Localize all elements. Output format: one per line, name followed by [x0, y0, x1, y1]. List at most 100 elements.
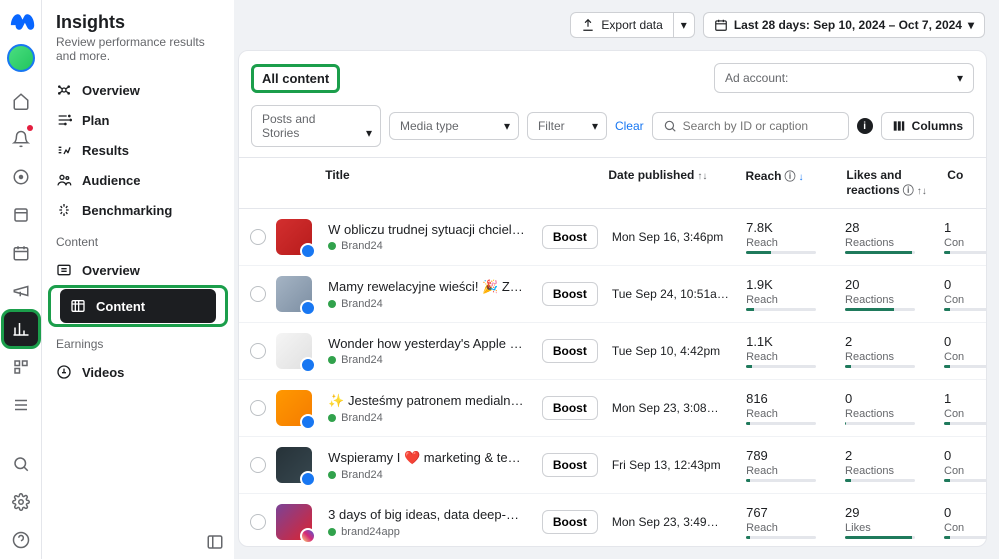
sidebar-item-content[interactable]: Content: [60, 289, 216, 323]
col-reactions[interactable]: Likes and reactionsⓘ↑↓: [838, 158, 939, 208]
rail-insights-icon[interactable]: [3, 311, 39, 347]
comments-cell: 1 Con: [936, 210, 986, 264]
post-title: ✨ Jesteśmy patronem medialnym IV Konfere…: [328, 393, 526, 409]
clear-link[interactable]: Clear: [615, 119, 644, 133]
brand-label: Brand24: [328, 354, 526, 366]
filter-post-type[interactable]: Posts and Stories: [251, 105, 381, 147]
post-title: Mamy rewelacyjne wieści! 🎉 Zostaliśmy of…: [328, 279, 526, 295]
row-checkbox[interactable]: [250, 286, 266, 302]
table-row[interactable]: Wonder how yesterday's Apple event went?…: [239, 323, 986, 380]
rail-all-tools-icon[interactable]: [3, 349, 39, 385]
brand-label: Brand24: [328, 469, 526, 481]
col-reach[interactable]: Reachⓘ↓: [737, 158, 838, 208]
row-checkbox[interactable]: [250, 457, 266, 473]
rail-notifications-icon[interactable]: [3, 121, 39, 157]
table-row[interactable]: W obliczu trudnej sytuacji chcielibyśmy …: [239, 209, 986, 266]
export-label: Export data: [601, 18, 662, 32]
rail-inbox-icon[interactable]: [3, 159, 39, 195]
boost-button[interactable]: Boost: [542, 282, 598, 306]
reach-cell: 767 Reach: [738, 495, 837, 546]
boost-button[interactable]: Boost: [542, 339, 598, 363]
chevron-down-icon: ▾: [968, 18, 974, 32]
post-thumbnail[interactable]: [276, 276, 312, 312]
account-avatar[interactable]: [7, 44, 35, 72]
rail-settings-icon[interactable]: [3, 484, 39, 520]
boost-button[interactable]: Boost: [542, 453, 598, 477]
table-head: Title Date published↑↓ Reachⓘ↓ Likes and…: [239, 157, 986, 209]
icon-rail: [0, 0, 42, 559]
calendar-icon: [714, 18, 728, 32]
main-area: Export data ▾ Last 28 days: Sep 10, 2024…: [234, 0, 999, 559]
search-box[interactable]: [652, 112, 849, 140]
col-date[interactable]: Date published↑↓: [600, 158, 737, 208]
rail-search-icon[interactable]: [3, 446, 39, 482]
export-button[interactable]: Export data: [570, 12, 673, 38]
sidebar-collapse-icon[interactable]: [206, 533, 224, 551]
rail-content-icon[interactable]: [3, 197, 39, 233]
sidebar-highlight-content: Content: [48, 285, 228, 327]
content-icon: [70, 298, 86, 314]
table-row[interactable]: ✨ Jesteśmy patronem medialnym IV Konfere…: [239, 380, 986, 437]
panel-head: All content Ad account:: [239, 51, 986, 105]
table-row[interactable]: Wspieramy I ❤️ marketing & technology ja…: [239, 437, 986, 494]
row-checkbox[interactable]: [250, 343, 266, 359]
post-thumbnail[interactable]: [276, 390, 312, 426]
post-thumbnail[interactable]: [276, 447, 312, 483]
sidebar-item-audience[interactable]: Audience: [42, 165, 234, 195]
date-cell: Tue Sep 10, 4:42pm: [604, 334, 738, 368]
col-comments[interactable]: Co: [939, 158, 986, 208]
rail-help-icon[interactable]: [3, 522, 39, 558]
boost-button[interactable]: Boost: [542, 396, 598, 420]
sidebar-item-content-overview[interactable]: Overview: [42, 255, 234, 285]
meta-logo[interactable]: [7, 8, 35, 36]
info-icon[interactable]: i: [857, 118, 873, 134]
date-range-label: Last 28 days: Sep 10, 2024 – Oct 7, 2024: [734, 18, 962, 32]
table-row[interactable]: Mamy rewelacyjne wieści! 🎉 Zostaliśmy of…: [239, 266, 986, 323]
date-range-button[interactable]: Last 28 days: Sep 10, 2024 – Oct 7, 2024…: [703, 12, 985, 38]
col-title[interactable]: Title: [317, 158, 535, 208]
export-icon: [581, 18, 595, 32]
rail-ads-icon[interactable]: [3, 273, 39, 309]
rail-menu-icon[interactable]: [3, 387, 39, 423]
row-checkbox[interactable]: [250, 514, 266, 530]
sidebar-section-content: Content: [42, 225, 234, 255]
videos-icon: [56, 364, 72, 380]
search-icon: [663, 119, 677, 133]
date-cell: Mon Sep 23, 3:49…: [604, 505, 738, 539]
sidebar-item-videos[interactable]: Videos: [42, 357, 234, 387]
boost-button[interactable]: Boost: [542, 225, 598, 249]
status-dot-icon: [328, 300, 336, 308]
filter-generic[interactable]: Filter: [527, 112, 607, 140]
filters-bar: Posts and Stories Media type Filter Clea…: [239, 105, 986, 157]
tab-label: All content: [262, 71, 329, 86]
rail-planner-icon[interactable]: [3, 235, 39, 271]
status-dot-icon: [328, 471, 336, 479]
sidebar-item-benchmarking[interactable]: Benchmarking: [42, 195, 234, 225]
sidebar-item-overview[interactable]: Overview: [42, 75, 234, 105]
sort-down-icon: ↓: [798, 172, 803, 183]
table-row[interactable]: 3 days of big ideas, data deep-dives, an…: [239, 494, 986, 546]
post-thumbnail[interactable]: [276, 504, 312, 540]
filter-media-type[interactable]: Media type: [389, 112, 519, 140]
post-thumbnail[interactable]: [276, 333, 312, 369]
status-dot-icon: [328, 242, 336, 250]
ad-account-select[interactable]: Ad account:: [714, 63, 974, 93]
brand-label: Brand24: [328, 298, 526, 310]
post-thumbnail[interactable]: [276, 219, 312, 255]
tab-all-content[interactable]: All content: [251, 64, 340, 93]
table-body: W obliczu trudnej sytuacji chcielibyśmy …: [239, 209, 986, 546]
export-dropdown-button[interactable]: ▾: [674, 12, 695, 38]
date-cell: Mon Sep 23, 3:08…: [604, 391, 738, 425]
sidebar-item-plan[interactable]: Plan: [42, 105, 234, 135]
search-input[interactable]: [683, 119, 838, 133]
columns-button[interactable]: Columns: [881, 112, 974, 140]
sidebar-item-label: Audience: [82, 173, 141, 188]
reactions-cell: 29 Likes: [837, 495, 936, 546]
row-checkbox[interactable]: [250, 229, 266, 245]
row-checkbox[interactable]: [250, 400, 266, 416]
sidebar-item-results[interactable]: Results: [42, 135, 234, 165]
boost-button[interactable]: Boost: [542, 510, 598, 534]
ad-account-label: Ad account:: [725, 71, 788, 85]
rail-home-icon[interactable]: [3, 83, 39, 119]
fb-badge-icon: [300, 471, 316, 487]
